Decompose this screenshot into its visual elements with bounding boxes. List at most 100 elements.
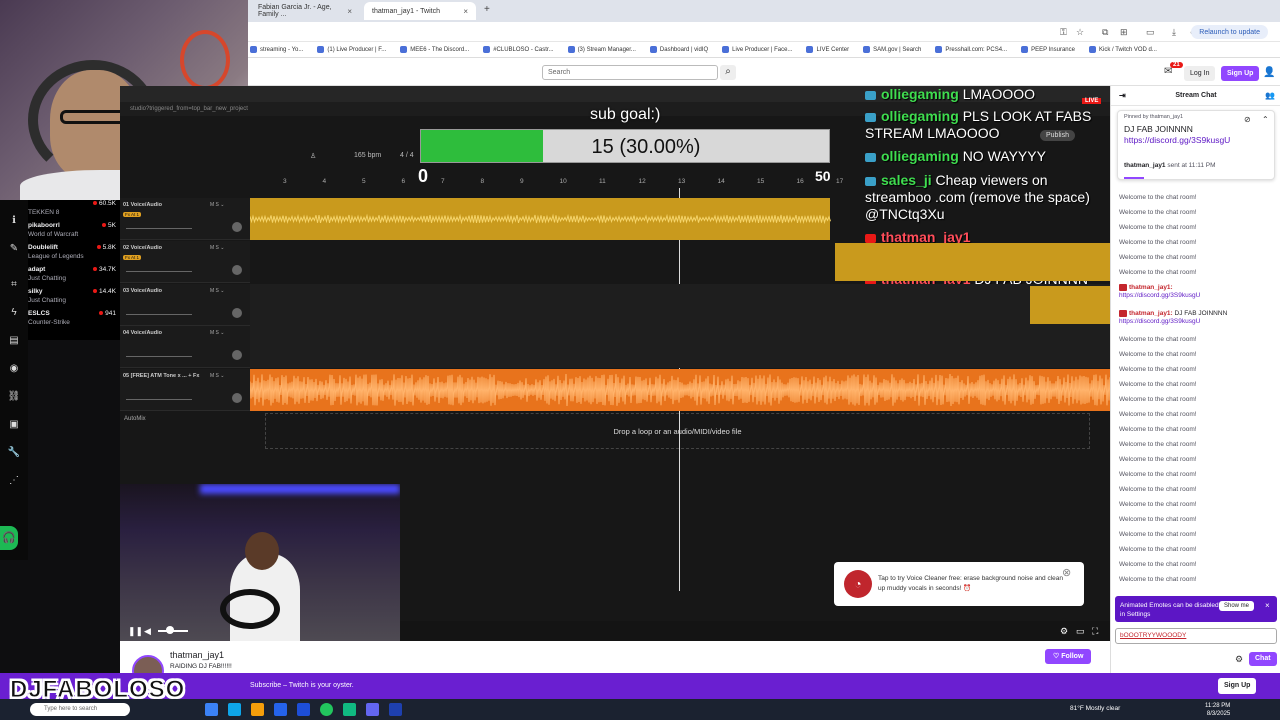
volume-icon[interactable]: ◀ bbox=[144, 626, 151, 637]
mute-solo-controls[interactable]: M S ⌄ bbox=[210, 373, 224, 379]
theatre-mode-icon[interactable]: ▭ bbox=[1076, 626, 1085, 637]
close-icon[interactable]: × bbox=[463, 7, 468, 16]
word-icon[interactable] bbox=[297, 703, 310, 716]
unpin-icon[interactable]: ⊘ bbox=[1244, 115, 1251, 124]
pinned-sender-name[interactable]: thatman_jay1 bbox=[1124, 162, 1166, 169]
chat-username[interactable]: thatman_jay1: bbox=[1129, 284, 1173, 291]
close-icon[interactable]: × bbox=[1265, 601, 1270, 610]
volume-knob[interactable] bbox=[166, 626, 174, 634]
pause-icon[interactable]: ❚❚ bbox=[128, 626, 143, 637]
chat-link[interactable]: https://discord.gg/3S9kusgU bbox=[1119, 292, 1200, 299]
weather-widget[interactable]: 81°F Mostly clear bbox=[1070, 705, 1120, 712]
clipboard-icon[interactable]: ▤ bbox=[7, 334, 21, 348]
video-player[interactable]: studio?triggered_from=top_bar_new_projec… bbox=[120, 86, 1110, 641]
info-icon[interactable]: ℹ bbox=[7, 214, 21, 228]
chat-send-button[interactable]: Chat bbox=[1249, 652, 1277, 666]
pan-knob[interactable] bbox=[232, 265, 242, 275]
channel-name[interactable]: thatman_jay1 bbox=[170, 650, 224, 660]
bookmark-item[interactable]: (3) Stream Manager... bbox=[567, 45, 636, 53]
crop-icon[interactable]: ⌗ bbox=[7, 278, 21, 292]
track-volume-slider[interactable] bbox=[126, 271, 192, 272]
followed-channel[interactable]: pikaboorrl World of Warcraft 5K bbox=[28, 222, 120, 244]
browser-tab[interactable]: Fabian Garcia Jr. - Age, Family ... × bbox=[250, 2, 360, 20]
chat-bubble-icon[interactable]: ◉ bbox=[7, 362, 21, 376]
puzzle-icon[interactable]: ⊞ bbox=[1120, 27, 1128, 38]
edge-icon[interactable] bbox=[205, 703, 218, 716]
track-header[interactable]: 04 Voice/Audio M S ⌄ bbox=[120, 326, 250, 368]
chat-username[interactable]: thatman_jay1: bbox=[1129, 310, 1173, 317]
bookmark-item[interactable]: LIVE Center bbox=[806, 45, 849, 53]
relaunch-button[interactable]: Relaunch to update bbox=[1191, 25, 1268, 39]
store-icon[interactable] bbox=[274, 703, 287, 716]
user-icon[interactable]: 👤 bbox=[1263, 67, 1275, 78]
pan-knob[interactable] bbox=[232, 222, 242, 232]
track-header[interactable]: 01 Voice/Audio Fx At 1 M S ⌄ bbox=[120, 198, 250, 240]
folder-icon[interactable] bbox=[251, 703, 264, 716]
pen-icon[interactable]: ✎ bbox=[7, 242, 21, 256]
bookmark-item[interactable]: Live Producer | Face... bbox=[722, 45, 792, 53]
chat-link[interactable]: https://discord.gg/3S9kusgU bbox=[1119, 318, 1200, 325]
pan-knob[interactable] bbox=[232, 308, 242, 318]
share-icon[interactable]: ⋰ bbox=[7, 474, 21, 488]
chrome-icon[interactable] bbox=[320, 703, 333, 716]
bookmark-item[interactable]: MEE6 - The Discord... bbox=[400, 45, 469, 53]
new-tab-button[interactable]: + bbox=[484, 4, 490, 15]
mute-solo-controls[interactable]: M S ⌄ bbox=[210, 202, 224, 208]
follow-button[interactable]: ♡ Follow bbox=[1045, 649, 1092, 664]
track-volume-slider[interactable] bbox=[126, 356, 192, 357]
obs-icon[interactable] bbox=[366, 703, 379, 716]
bookmark-item[interactable]: SAM.gov | Search bbox=[863, 45, 921, 53]
track-waveform[interactable] bbox=[250, 369, 1110, 411]
browser-tab-active[interactable]: thatman_jay1 - Twitch × bbox=[364, 2, 476, 20]
followed-channel[interactable]: silky Just Chatting 14.4K bbox=[28, 288, 120, 310]
users-icon[interactable]: 👥 bbox=[1265, 86, 1275, 106]
mute-solo-controls[interactable]: M S ⌄ bbox=[210, 330, 224, 336]
key-icon[interactable]: ⚿ bbox=[1060, 27, 1067, 38]
signup-button[interactable]: Sign Up bbox=[1221, 66, 1260, 81]
followed-channel[interactable]: Doublelift League of Legends 5.8K bbox=[28, 244, 120, 266]
track-waveform[interactable] bbox=[250, 198, 1110, 240]
headphone-icon[interactable]: 🎧 bbox=[0, 526, 18, 550]
chevron-up-icon[interactable]: ⌃ bbox=[1262, 115, 1269, 124]
gear-icon[interactable]: ⚙ bbox=[1235, 654, 1243, 665]
bookmark-item[interactable]: Dashboard | vidIQ bbox=[649, 45, 708, 53]
bookmark-item[interactable]: (1) Live Producer | F... bbox=[317, 45, 386, 53]
track-header[interactable]: 03 Voice/Audio M S ⌄ bbox=[120, 284, 250, 326]
track-waveform[interactable] bbox=[250, 284, 1110, 326]
save-icon[interactable]: ▣ bbox=[7, 418, 21, 432]
taskbar-search[interactable]: Type here to search bbox=[30, 703, 130, 716]
taskbar-clock[interactable]: 11:28 PM 8/3/2025 bbox=[1205, 702, 1230, 718]
link-icon[interactable]: ⛓ bbox=[7, 390, 21, 404]
collapse-icon[interactable]: ⇥ bbox=[1119, 86, 1126, 106]
star-icon[interactable]: ☆ bbox=[1076, 27, 1084, 38]
track-waveform[interactable] bbox=[250, 241, 1110, 283]
mute-solo-controls[interactable]: M S ⌄ bbox=[210, 288, 224, 294]
search-input[interactable]: Search bbox=[542, 65, 718, 80]
app-icon[interactable] bbox=[389, 703, 402, 716]
close-icon[interactable]: × bbox=[347, 7, 352, 16]
pan-knob[interactable] bbox=[232, 350, 242, 360]
fx-badge[interactable]: Fx At 1 bbox=[123, 212, 142, 217]
bolt-icon[interactable]: ϟ bbox=[7, 306, 21, 320]
followed-channel[interactable]: adapt Just Chatting 34.7K bbox=[28, 266, 120, 288]
pan-knob[interactable] bbox=[232, 393, 242, 403]
mute-solo-controls[interactable]: M S ⌄ bbox=[210, 245, 224, 251]
track-waveform[interactable] bbox=[250, 326, 1110, 368]
edge-icon[interactable] bbox=[228, 703, 241, 716]
extension-icon[interactable]: ⧉ bbox=[1102, 27, 1108, 38]
bookmark-item[interactable]: streaming - Yo... bbox=[250, 45, 303, 53]
sidepanel-icon[interactable]: ▭ bbox=[1146, 27, 1155, 38]
search-icon[interactable]: ⌕ bbox=[720, 65, 736, 80]
login-button[interactable]: Log In bbox=[1184, 66, 1216, 81]
show-me-button[interactable]: Show me bbox=[1219, 601, 1255, 611]
track-volume-slider[interactable] bbox=[126, 314, 192, 315]
followed-channel[interactable]: TEKKEN 8 60.5K bbox=[28, 200, 120, 222]
bookmark-item[interactable]: #CLUBLOSO - Castr... bbox=[483, 45, 554, 53]
track-volume-slider[interactable] bbox=[126, 399, 192, 400]
bookmark-item[interactable]: Presshall.com: PCS4... bbox=[935, 45, 1007, 53]
gear-icon[interactable]: ⚙ bbox=[1060, 626, 1068, 637]
app-icon[interactable] bbox=[343, 703, 356, 716]
track-header[interactable]: 05 [FREE] ATM Tone x ... + Fx M S ⌄ bbox=[120, 369, 250, 411]
bookmark-item[interactable]: PEEP Insurance bbox=[1021, 45, 1075, 53]
pinned-link[interactable]: https://discord.gg/3S9kusgU bbox=[1124, 135, 1230, 145]
